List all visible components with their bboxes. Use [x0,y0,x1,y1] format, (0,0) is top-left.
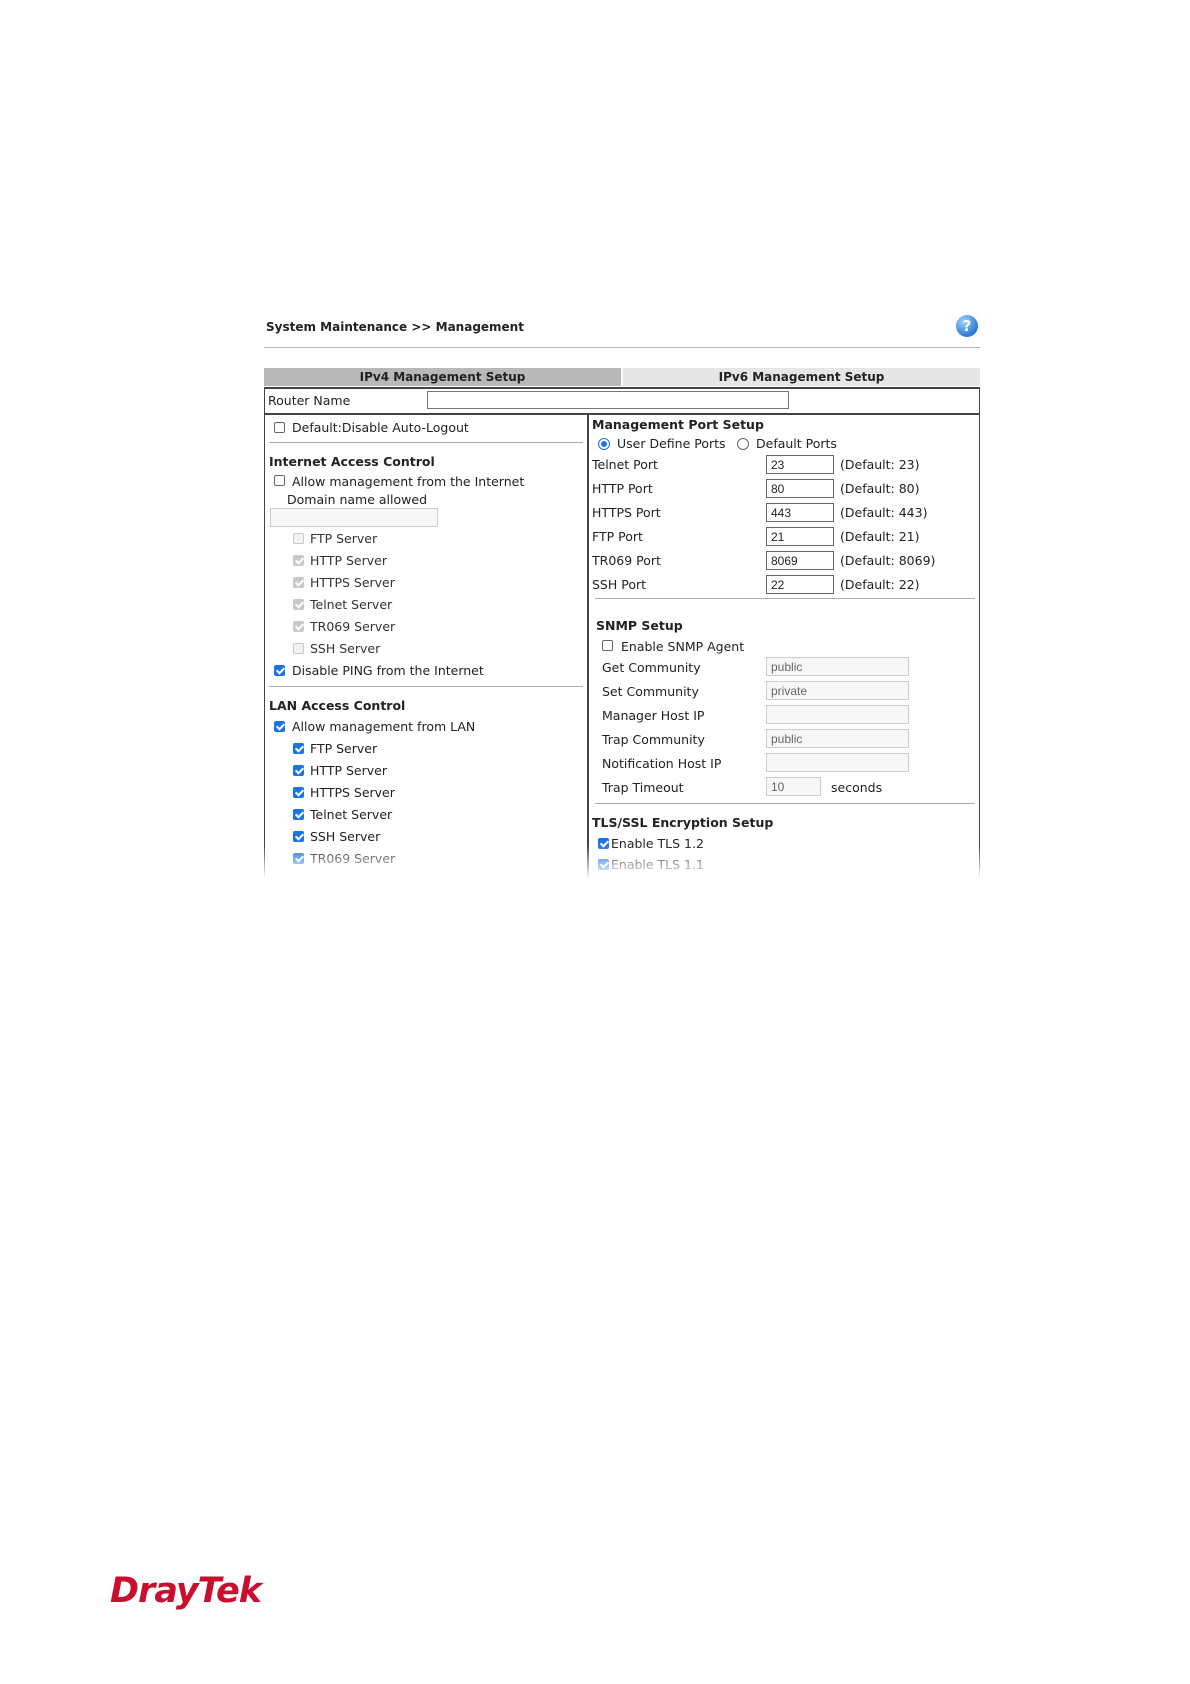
inet-telnet-checkbox[interactable] [293,599,304,610]
tls11-checkbox[interactable] [598,859,609,870]
telnet-port-default: (Default: 23) [840,457,920,472]
allow-lan-label: Allow management from LAN [292,719,476,734]
tls11-label: Enable TLS 1.1 [611,857,704,872]
inet-tr069-checkbox[interactable] [293,621,304,632]
domain-label: Domain name allowed [287,492,428,507]
lan-ftp-checkbox[interactable] [293,743,304,754]
https-port-label: HTTPS Port [592,505,661,520]
tls12-checkbox[interactable] [598,838,609,849]
lan-access-title: LAN Access Control [269,698,406,713]
lan-ftp-label: FTP Server [310,741,378,756]
user-define-label: User Define Ports [617,436,726,451]
ftp-port-label: FTP Port [592,529,643,544]
inet-http-label: HTTP Server [310,553,387,568]
inet-https-checkbox[interactable] [293,577,304,588]
trap-timeout-label: Trap Timeout [602,780,684,795]
lan-ssh-label: SSH Server [310,829,381,844]
http-port-default: (Default: 80) [840,481,920,496]
inet-ftp-label: FTP Server [310,531,378,546]
allow-lan-checkbox[interactable] [274,721,285,732]
disable-ping-checkbox[interactable] [274,665,285,676]
lan-https-checkbox[interactable] [293,787,304,798]
notification-host-input[interactable] [766,753,909,772]
inet-tr069-label: TR069 Server [310,619,396,634]
port-setup-title: Management Port Setup [592,417,764,432]
inet-https-label: HTTPS Server [310,575,395,590]
set-community-label: Set Community [602,684,699,699]
lan-http-label: HTTP Server [310,763,387,778]
set-community-input[interactable] [766,681,909,700]
manager-host-label: Manager Host IP [602,708,705,723]
lan-telnet-checkbox[interactable] [293,809,304,820]
right-divider-2 [595,803,975,804]
breadcrumb: System Maintenance >> Management [266,320,524,334]
ftp-port-input[interactable] [766,527,834,546]
ssh-port-default: (Default: 22) [840,577,920,592]
tls12-label: Enable TLS 1.2 [611,836,704,851]
help-icon[interactable]: ? [956,315,978,337]
inet-ftp-checkbox[interactable] [293,533,304,544]
notification-host-label: Notification Host IP [602,756,722,771]
inet-ssh-label: SSH Server [310,641,381,656]
user-define-radio[interactable] [598,438,610,450]
internet-access-title: Internet Access Control [269,454,435,469]
management-screenshot: System Maintenance >> Management ? IPv4 … [264,305,980,879]
telnet-port-label: Telnet Port [592,457,658,472]
trap-community-input[interactable] [766,729,909,748]
lan-tr069-checkbox[interactable] [293,853,304,864]
ssh-port-input[interactable] [766,575,834,594]
allow-internet-checkbox[interactable] [274,475,285,486]
tr069-port-label: TR069 Port [592,553,661,568]
tab-bar: IPv4 Management Setup IPv6 Management Se… [264,368,980,386]
lan-tr069-label: TR069 Server [310,851,396,866]
lan-https-label: HTTPS Server [310,785,395,800]
left-divider [269,442,583,443]
trap-timeout-unit: seconds [831,780,883,795]
get-community-label: Get Community [602,660,701,675]
enable-snmp-label: Enable SNMP Agent [621,639,745,654]
left-divider-2 [269,686,583,687]
http-port-label: HTTP Port [592,481,653,496]
trap-timeout-input[interactable] [766,777,821,796]
tab-ipv6[interactable]: IPv6 Management Setup [623,368,980,386]
disable-ping-label: Disable PING from the Internet [292,663,484,678]
tab-ipv4[interactable]: IPv4 Management Setup [264,368,621,386]
enable-snmp-checkbox[interactable] [602,640,613,651]
https-port-input[interactable] [766,503,834,522]
trap-community-label: Trap Community [602,732,705,747]
inet-ssh-checkbox[interactable] [293,643,304,654]
lan-telnet-label: Telnet Server [310,807,393,822]
draytek-logo: DrayTek [110,1571,262,1611]
tr069-port-input[interactable] [766,551,834,570]
get-community-input[interactable] [766,657,909,676]
settings-frame: Router Name Default:Disable Auto-Logout … [264,387,980,879]
router-name-label: Router Name [268,393,351,408]
right-divider [595,598,975,599]
https-port-default: (Default: 443) [840,505,928,520]
allow-internet-label: Allow management from the Internet [292,474,525,489]
auto-logout-label: Default:Disable Auto-Logout [292,420,469,435]
tr069-port-default: (Default: 8069) [840,553,936,568]
lan-http-checkbox[interactable] [293,765,304,776]
ftp-port-default: (Default: 21) [840,529,920,544]
auto-logout-checkbox[interactable] [274,422,285,433]
column-divider [587,413,589,879]
inet-telnet-label: Telnet Server [310,597,393,612]
router-name-input[interactable] [427,391,789,409]
inet-http-checkbox[interactable] [293,555,304,566]
default-ports-label: Default Ports [756,436,837,451]
tls-title: TLS/SSL Encryption Setup [592,815,774,830]
ssh-port-label: SSH Port [592,577,647,592]
default-ports-radio[interactable] [737,438,749,450]
domain-input[interactable] [270,508,438,527]
telnet-port-input[interactable] [766,455,834,474]
router-name-row: Router Name [265,389,979,415]
snmp-title: SNMP Setup [596,618,683,633]
manager-host-input[interactable] [766,705,909,724]
http-port-input[interactable] [766,479,834,498]
lan-ssh-checkbox[interactable] [293,831,304,842]
page-header: System Maintenance >> Management ? [264,305,980,348]
